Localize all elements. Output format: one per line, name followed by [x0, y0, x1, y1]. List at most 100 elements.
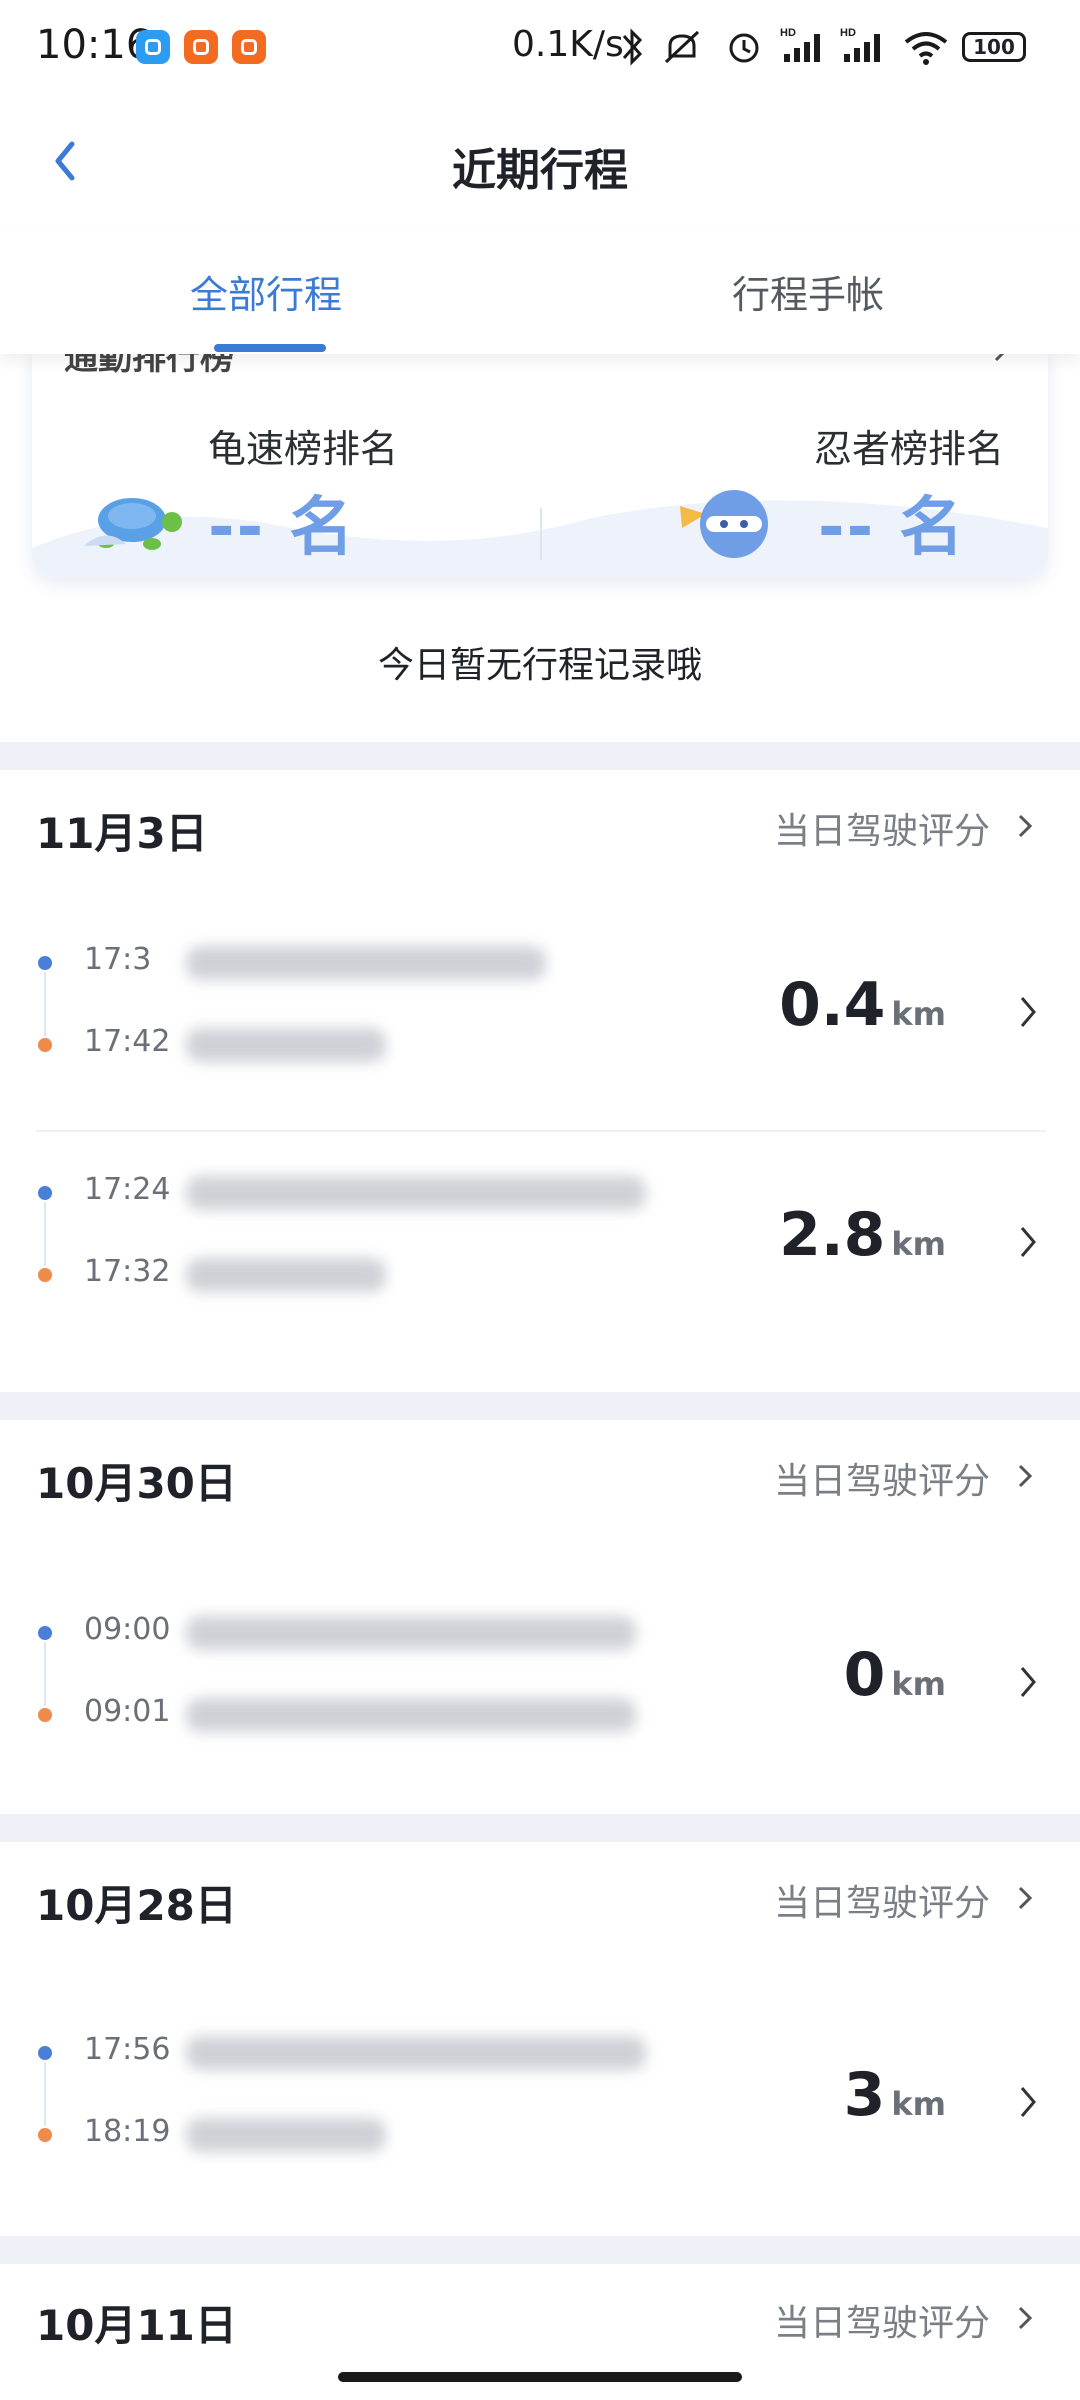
day-date: 10月11日 [36, 2301, 237, 2350]
day-date: 10月28日 [36, 1881, 237, 1930]
ranking-card[interactable]: 通勤排行榜 龟速榜排名 忍者榜排名 -- 名 -- 名 [32, 336, 1048, 578]
start-point-dot [38, 2046, 52, 2060]
trip-distance: 3 km [844, 2060, 946, 2130]
distance-value: 0 [843, 1640, 886, 1710]
day-score-link[interactable]: 当日驾驶评分 [774, 2294, 990, 2346]
day-score-link[interactable]: 当日驾驶评分 [774, 802, 990, 854]
day-header[interactable]: 11月3日 当日驾驶评分 [0, 772, 1080, 892]
start-point-dot [38, 1626, 52, 1640]
network-speed: 0.1K/s [512, 24, 624, 65]
status-time: 10:16 [36, 22, 152, 68]
mi-app-notification-icon [184, 30, 218, 64]
battery-icon: 100 [962, 32, 1026, 62]
app-notification-icon [136, 30, 170, 64]
turtle-icon [84, 498, 182, 550]
start-point-dot [38, 1186, 52, 1200]
end-location-blurred [186, 1028, 386, 1062]
empty-trip-message: 今日暂无行程记录哦 [377, 645, 702, 686]
day-header[interactable]: 10月30日 当日驾驶评分 [0, 1422, 1080, 1542]
ranking-divider [540, 508, 542, 560]
end-point-dot [38, 1268, 52, 1282]
trip-end-time: 17:42 [84, 1024, 171, 1059]
mute-icon [664, 30, 700, 64]
trip-item[interactable]: 17:24 17:32 2.8 km [0, 1142, 1080, 1342]
svg-text:HD: HD [780, 27, 796, 39]
signal-hd-icon: HD [780, 27, 820, 62]
trip-divider [36, 1130, 1046, 1132]
status-bar: 10:16 0.1K/s HD HD 100 [0, 0, 1080, 96]
ninja-rank-value: -- 名 [818, 491, 966, 565]
start-point-dot [38, 956, 52, 970]
chevron-right-icon [1020, 2087, 1036, 2117]
section-separator [0, 742, 1080, 770]
day-date: 11月3日 [36, 809, 208, 858]
trip-start-time: 17:24 [84, 1172, 171, 1207]
signal-hd-icon-2: HD [840, 27, 880, 62]
mi-home-notification-icon [232, 30, 266, 64]
section-separator [0, 1392, 1080, 1420]
chevron-right-icon [1018, 2306, 1033, 2330]
start-location-blurred [186, 946, 546, 980]
trip-end-time: 09:01 [84, 1694, 171, 1729]
distance-value: 2.8 [779, 1200, 886, 1270]
trip-item[interactable]: 09:00 09:01 0 km [0, 1582, 1080, 1782]
chevron-right-icon [1018, 1886, 1033, 1910]
distance-unit: km [891, 1225, 946, 1263]
chevron-right-icon [1018, 814, 1033, 838]
day-score-link[interactable]: 当日驾驶评分 [774, 1452, 990, 1504]
ninja-icon [680, 490, 768, 558]
trip-distance: 0 km [844, 1640, 946, 1710]
trip-start-time: 17:3 [84, 942, 152, 977]
route-line [44, 972, 46, 1036]
trip-end-time: 17:32 [84, 1254, 171, 1289]
start-location-blurred [186, 1176, 646, 1210]
tab-trip-journal[interactable]: 行程手帐 [732, 264, 884, 319]
turtle-rank-label: 龟速榜排名 [208, 427, 399, 471]
day-header[interactable]: 10月11日 当日驾驶评分 [0, 2264, 1080, 2384]
distance-value: 3 [843, 2060, 886, 2130]
distance-unit: km [891, 1665, 946, 1703]
day-date: 10月30日 [36, 1459, 237, 1508]
distance-unit: km [891, 995, 946, 1033]
end-location-blurred [186, 1698, 636, 1732]
end-location-blurred [186, 1258, 386, 1292]
chevron-right-icon [1020, 997, 1036, 1027]
app-header: 近期行程 [0, 96, 1080, 226]
wifi-icon [904, 32, 948, 65]
bluetooth-icon [622, 28, 643, 66]
trip-start-time: 09:00 [84, 1612, 171, 1647]
start-location-blurred [186, 2036, 646, 2070]
svg-text:HD: HD [840, 27, 856, 39]
trip-item[interactable]: 17:56 18:19 3 km [0, 2002, 1080, 2202]
distance-unit: km [891, 2085, 946, 2123]
start-location-blurred [186, 1616, 636, 1650]
chevron-right-icon [1020, 1667, 1036, 1697]
route-line [44, 1642, 46, 1706]
end-point-dot [38, 2128, 52, 2142]
end-point-dot [38, 1038, 52, 1052]
route-line [44, 2062, 46, 2126]
active-tab-indicator [214, 344, 326, 352]
route-line [44, 1202, 46, 1266]
tab-bar: 全部行程 行程手帐 [0, 226, 1080, 354]
end-location-blurred [186, 2118, 386, 2152]
page-title: 近期行程 [452, 145, 628, 196]
trip-item[interactable]: 17:3 17:42 0.4 km [0, 912, 1080, 1112]
trip-end-time: 18:19 [84, 2114, 171, 2149]
trip-start-time: 17:56 [84, 2032, 171, 2067]
turtle-rank-value: -- 名 [208, 491, 356, 565]
home-indicator[interactable] [338, 2372, 742, 2382]
trip-distance: 0.4 km [779, 970, 946, 1040]
chevron-right-icon [1020, 1227, 1036, 1257]
ninja-rank-label: 忍者榜排名 [814, 427, 1005, 471]
section-separator [0, 1814, 1080, 1842]
day-score-link[interactable]: 当日驾驶评分 [774, 1874, 990, 1926]
distance-value: 0.4 [779, 970, 886, 1040]
tab-all-trips[interactable]: 全部行程 [190, 264, 342, 319]
alarm-icon [729, 33, 759, 63]
day-header[interactable]: 10月28日 当日驾驶评分 [0, 1844, 1080, 1964]
trip-distance: 2.8 km [779, 1200, 946, 1270]
chevron-right-icon [1018, 1464, 1033, 1488]
section-separator [0, 2236, 1080, 2264]
end-point-dot [38, 1708, 52, 1722]
